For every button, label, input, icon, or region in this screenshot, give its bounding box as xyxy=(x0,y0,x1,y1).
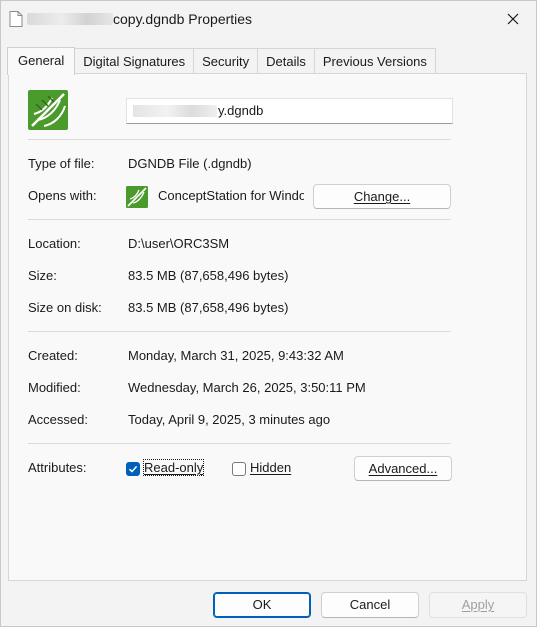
change-button-label: Change... xyxy=(353,189,411,204)
readonly-label-text: Read-only xyxy=(144,460,204,475)
tab-security[interactable]: Security xyxy=(193,48,259,74)
size-label: Size: xyxy=(28,268,57,283)
divider xyxy=(28,219,451,220)
modified-label: Modified: xyxy=(28,380,81,395)
redacted-filename xyxy=(133,105,217,117)
accessed-label: Accessed: xyxy=(28,412,88,427)
size-on-disk-label: Size on disk: xyxy=(28,300,102,315)
opens-with-label: Opens with: xyxy=(28,188,97,203)
tab-general[interactable]: General xyxy=(7,47,76,75)
apply-button[interactable]: Apply xyxy=(429,592,527,618)
hidden-label[interactable]: Hidden xyxy=(250,460,291,475)
created-value: Monday, March 31, 2025, 9:43:32 AM xyxy=(128,348,344,363)
title-bar[interactable]: copy.dgndb Properties xyxy=(1,1,536,39)
change-button[interactable]: Change... xyxy=(313,184,451,209)
cancel-button[interactable]: Cancel xyxy=(321,592,419,618)
divider xyxy=(28,139,451,140)
window-title: copy.dgndb Properties xyxy=(113,11,253,27)
hidden-checkbox[interactable] xyxy=(232,462,246,476)
file-name-field[interactable]: y.dgndb xyxy=(126,98,453,124)
modified-value: Wednesday, March 26, 2025, 3:50:11 PM xyxy=(128,380,366,395)
tab-digital-signatures[interactable]: Digital Signatures xyxy=(74,48,195,74)
checkmark-icon xyxy=(128,465,138,473)
redacted-filename xyxy=(27,13,113,25)
readonly-label[interactable]: Read-only xyxy=(142,459,205,476)
location-label: Location: xyxy=(28,236,81,251)
size-on-disk-value: 83.5 MB (87,658,496 bytes) xyxy=(128,300,289,315)
close-icon xyxy=(507,13,519,25)
created-label: Created: xyxy=(28,348,78,363)
general-panel: y.dgndb Type of file: DGNDB File (.dgndb… xyxy=(8,73,527,581)
readonly-checkbox[interactable] xyxy=(126,462,140,476)
location-value: D:\user\ORC3SM xyxy=(128,236,230,251)
close-button[interactable] xyxy=(490,1,536,37)
document-icon xyxy=(9,11,23,27)
file-name-text: y.dgndb xyxy=(218,103,264,118)
conceptstation-file-icon xyxy=(28,90,68,130)
ok-button[interactable]: OK xyxy=(213,592,311,618)
properties-dialog: copy.dgndb Properties General Digital Si… xyxy=(0,0,537,627)
type-of-file-label: Type of file: xyxy=(28,156,95,171)
hidden-label-text: Hidden xyxy=(250,460,292,475)
apply-button-label: Apply xyxy=(461,597,495,612)
size-value: 83.5 MB (87,658,496 bytes) xyxy=(128,268,289,283)
advanced-button[interactable]: Advanced... xyxy=(354,456,452,481)
tab-strip: General Digital Signatures Security Deta… xyxy=(7,47,436,75)
divider xyxy=(28,443,451,444)
opens-with-value: ConceptStation for Windows xyxy=(158,188,304,203)
tab-details[interactable]: Details xyxy=(257,48,315,74)
divider xyxy=(28,331,451,332)
advanced-button-label: Advanced... xyxy=(368,461,438,476)
conceptstation-app-icon xyxy=(126,186,148,208)
attributes-label: Attributes: xyxy=(28,460,87,475)
type-of-file-value: DGNDB File (.dgndb) xyxy=(128,156,252,171)
tab-previous-versions[interactable]: Previous Versions xyxy=(313,48,436,74)
accessed-value: Today, April 9, 2025, 3 minutes ago xyxy=(128,412,331,427)
